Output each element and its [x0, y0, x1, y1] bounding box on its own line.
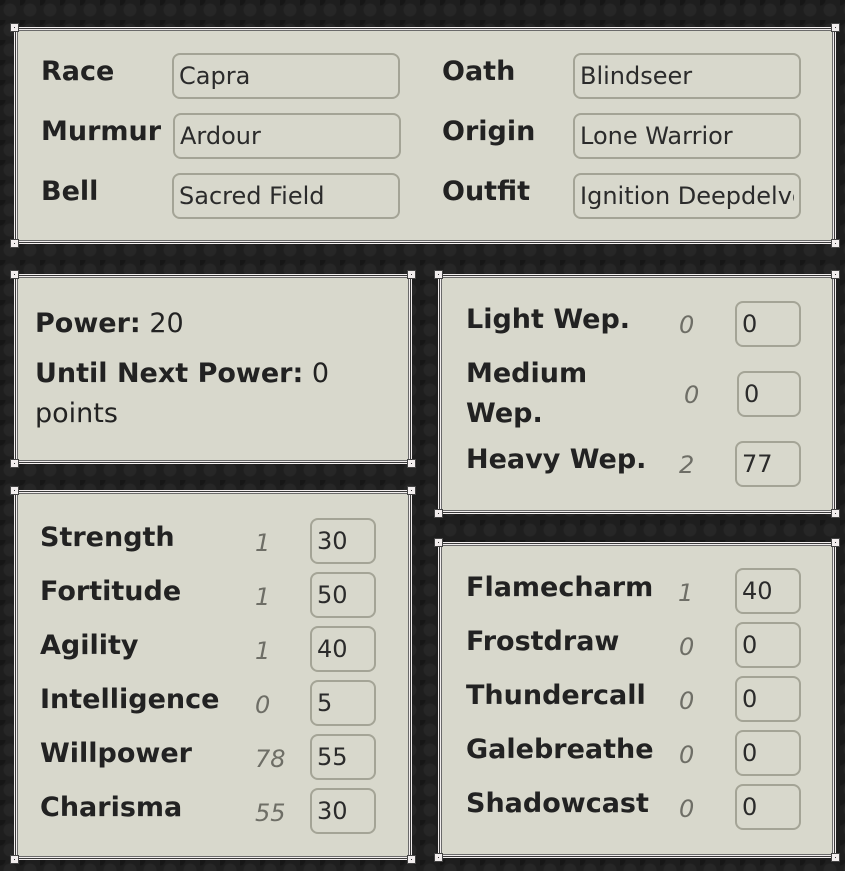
origin-field[interactable] — [573, 113, 801, 159]
frame-corner — [434, 509, 443, 518]
oath-label: Oath — [442, 56, 516, 87]
murmur-field[interactable] — [173, 113, 401, 159]
frame-corner — [10, 459, 19, 468]
frostdraw-modifier: 0 — [679, 633, 695, 661]
charisma-field[interactable] — [310, 788, 376, 834]
intelligence-label: Intelligence — [40, 684, 220, 715]
outfit-label: Outfit — [442, 176, 531, 207]
frostdraw-label: Frostdraw — [466, 626, 620, 657]
flamecharm-label: Flamecharm — [466, 572, 654, 603]
weapons-panel: Light Wep. 0 Medium Wep. 0 Heavy Wep. 2 — [434, 270, 840, 518]
next-power-value: 0 — [311, 358, 330, 389]
outfit-field[interactable] — [573, 173, 801, 219]
medium-weapon-field[interactable] — [737, 371, 801, 417]
shadowcast-label: Shadowcast — [466, 788, 649, 819]
medium-weapon-modifier: 0 — [684, 381, 700, 409]
oath-field[interactable] — [573, 53, 801, 99]
heavy-weapon-label: Heavy Wep. — [466, 444, 647, 475]
frame-corner — [434, 853, 443, 862]
strength-modifier: 1 — [255, 529, 271, 557]
frame-corner — [831, 853, 840, 862]
murmur-label: Murmur — [41, 116, 162, 147]
frame-corner — [10, 486, 19, 495]
light-weapon-label: Light Wep. — [466, 304, 631, 335]
bell-field[interactable] — [172, 173, 400, 219]
light-weapon-modifier: 0 — [679, 311, 695, 339]
willpower-field[interactable] — [310, 734, 376, 780]
charisma-label: Charisma — [40, 792, 183, 823]
heavy-weapon-modifier: 2 — [679, 451, 695, 479]
identity-panel: Race Murmur Bell Oath Origin Outfit — [10, 23, 840, 248]
agility-field[interactable] — [310, 626, 376, 672]
frame-corner — [10, 855, 19, 864]
galebreathe-field[interactable] — [735, 730, 801, 776]
frame-corner — [434, 538, 443, 547]
frame-corner — [10, 270, 19, 279]
frame-corner — [831, 509, 840, 518]
power-readout: Power: 20 — [35, 308, 184, 339]
intelligence-field[interactable] — [310, 680, 376, 726]
galebreathe-label: Galebreathe — [466, 734, 654, 765]
frame-corner — [831, 538, 840, 547]
frame-corner — [10, 23, 19, 32]
galebreathe-modifier: 0 — [679, 741, 695, 769]
race-label: Race — [41, 56, 115, 87]
flamecharm-modifier: 1 — [678, 579, 694, 607]
power-label: Power: — [35, 308, 141, 339]
fortitude-field[interactable] — [310, 572, 376, 618]
frostdraw-field[interactable] — [735, 622, 801, 668]
agility-label: Agility — [40, 630, 139, 661]
frame-corner — [10, 239, 19, 248]
fortitude-label: Fortitude — [40, 576, 182, 607]
frame-corner — [407, 486, 416, 495]
frame-corner — [407, 270, 416, 279]
fortitude-modifier: 1 — [255, 583, 271, 611]
shadowcast-field[interactable] — [735, 784, 801, 830]
attributes-panel: Strength 1 Fortitude 1 Agility 1 Intelli… — [10, 486, 416, 864]
next-power-label: Until Next Power: — [35, 358, 304, 389]
thundercall-field[interactable] — [735, 676, 801, 722]
bell-label: Bell — [41, 176, 99, 207]
thundercall-label: Thundercall — [466, 680, 646, 711]
frame-corner — [407, 459, 416, 468]
power-value: 20 — [149, 308, 184, 339]
frame-corner — [831, 23, 840, 32]
flamecharm-field[interactable] — [735, 568, 801, 614]
light-weapon-field[interactable] — [735, 301, 801, 347]
next-power-readout: Until Next Power: 0 — [35, 358, 329, 389]
agility-modifier: 1 — [255, 637, 271, 665]
medium-weapon-label-line1: Medium — [466, 358, 588, 389]
frame-corner — [831, 239, 840, 248]
attunements-panel: Flamecharm 1 Frostdraw 0 Thundercall 0 G… — [434, 538, 840, 862]
thundercall-modifier: 0 — [679, 687, 695, 715]
origin-label: Origin — [442, 116, 536, 147]
heavy-weapon-field[interactable] — [735, 441, 801, 487]
medium-weapon-label-line2: Wep. — [466, 398, 543, 429]
power-panel: Power: 20 Until Next Power: 0 points — [10, 270, 416, 468]
willpower-label: Willpower — [40, 738, 192, 769]
frame-corner — [434, 270, 443, 279]
strength-label: Strength — [40, 522, 175, 553]
next-power-unit: points — [35, 398, 118, 429]
frame-corner — [407, 855, 416, 864]
shadowcast-modifier: 0 — [679, 795, 695, 823]
intelligence-modifier: 0 — [255, 691, 271, 719]
strength-field[interactable] — [310, 518, 376, 564]
willpower-modifier: 78 — [255, 745, 286, 773]
charisma-modifier: 55 — [255, 799, 286, 827]
frame-corner — [831, 270, 840, 279]
race-field[interactable] — [172, 53, 400, 99]
